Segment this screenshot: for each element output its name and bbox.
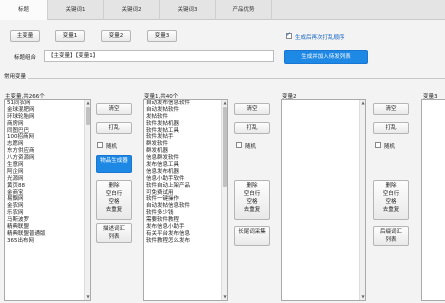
shuffle-checkbox-label: 生成后再次打乱顺序 [295,35,345,41]
list-item: 商房网 [7,120,24,127]
list-item: 信息小助手软件 [146,175,185,182]
clean-dedupe-button-3[interactable]: 删除 空白行 空格 去重复 [373,180,409,220]
scroll-up-icon[interactable]: ▲ [360,100,365,106]
insert-variable-2-button[interactable]: 变量2 [101,30,131,42]
insert-main-variable-button[interactable]: 主变量 [10,30,40,42]
list-item: 需要软件教程 [146,217,180,224]
list-item: 信息群发软件 [146,155,180,162]
scroll-down-icon[interactable]: ▼ [85,294,90,300]
list-item: 光源网 [7,175,24,182]
title-combo-input[interactable]: 【主变量】【变量1】 [44,50,274,62]
scroll-thumb[interactable] [86,107,90,125]
variable-2-scrollbar[interactable]: ▲ ▼ [359,100,365,300]
list-item: 马斯波罗 [7,217,30,224]
list-item: 51同农网 [7,100,31,106]
scroll-down-icon[interactable]: ▼ [360,294,365,300]
generate-button[interactable]: 生成并加入待发列表 [284,50,368,64]
random-checkbox-1[interactable] [97,142,103,148]
suffix-list-button[interactable]: 后缀词汇 列表 [373,226,409,246]
description-list-button[interactable]: 描述词汇 列表 [96,223,132,243]
main-variable-scrollbar[interactable]: ▲ ▼ [84,100,90,300]
list-item: 发布信息工具 [146,162,180,169]
main-variable-list[interactable]: 51同农网 金球混肥网 环球轮胎网 商房网 同图巴巴 100招商网 志愿网 东方… [4,99,91,301]
list-item: 发帖软件 [146,113,169,120]
longtail-collect-button[interactable]: 长尾词采集 [234,226,270,246]
variable-1-list[interactable]: 自动发布信息软件 自动发帖软件 发帖软件 软件发帖机器 软件发帖工具 软件发帖手… [143,99,228,301]
list-item: 自动发帖软件 [146,106,180,113]
shuffle-button-3[interactable]: 打乱 [373,122,409,134]
insert-variable-3-button[interactable]: 变量3 [147,30,177,42]
scroll-up-icon[interactable]: ▲ [222,100,227,106]
list-item: 阿企网 [7,168,24,175]
random-label-2: 随机 [245,144,257,150]
list-item: 365出布网 [7,237,34,244]
tab-keyword-1[interactable]: 关键词1 [48,0,104,20]
list-item: 黄页88 [7,182,25,189]
list-item: 有关平台发布信息 [146,230,191,237]
random-checkbox-3[interactable] [375,142,381,148]
clean-dedupe-button-2[interactable]: 删除 空白行 空格 去重复 [234,180,270,220]
scroll-thumb[interactable] [223,107,227,187]
list-item: 生意网 [7,162,24,169]
shuffle-checkbox[interactable] [286,31,292,39]
variable-3-list[interactable] [421,99,445,301]
item-generator-button[interactable]: 物品生成器 [96,155,132,173]
list-item: 自动发布信息软件 [146,100,191,106]
clear-button-3[interactable]: 清空 [373,103,409,115]
list-item: 八方资源网 [7,155,35,162]
scroll-down-icon[interactable]: ▼ [222,294,227,300]
clear-button-2[interactable]: 清空 [234,103,270,115]
random-label-3: 随机 [384,144,396,150]
random-checkbox-2[interactable] [236,142,242,148]
tab-product-advantage[interactable]: 产品优势 [216,0,272,20]
list-item: 金球混肥网 [7,106,35,113]
list-item: 信息发布机器 [146,168,180,175]
tab-title[interactable]: 标题 [0,0,48,20]
tab-bar: 标题 关键词1 关键词2 关键词3 产品优势 [0,0,445,20]
group-title: 常用变量 [2,72,29,80]
scroll-up-icon[interactable]: ▲ [85,100,90,106]
list-item: 精典联盟普通版 [7,230,46,237]
list-item: 软件教程怎么发布 [146,237,191,244]
list-item: 发布信息小助手 [146,224,185,231]
tab-keyword-3[interactable]: 关键词3 [160,0,216,20]
list-item: 软件自动上架产品 [146,182,191,189]
shuffle-button-2[interactable]: 打乱 [234,122,270,134]
random-label-1: 随机 [106,144,118,150]
list-item: 精典联盟 [7,224,30,231]
insert-variable-1-button[interactable]: 变量1 [55,30,85,42]
list-item: 软件发帖机器 [146,120,180,127]
variable-1-scrollbar[interactable]: ▲ ▼ [221,100,227,300]
clean-dedupe-button-1[interactable]: 删除 空白行 空格 去重复 [96,180,132,220]
list-item: 环球轮胎网 [7,113,35,120]
variable-2-list[interactable]: ▲ ▼ [281,99,366,301]
tab-keyword-2[interactable]: 关键词2 [104,0,160,20]
shuffle-button-1[interactable]: 打乱 [96,122,132,134]
clear-button-1[interactable]: 清空 [96,103,132,115]
combo-label: 标题组合 [14,55,37,61]
